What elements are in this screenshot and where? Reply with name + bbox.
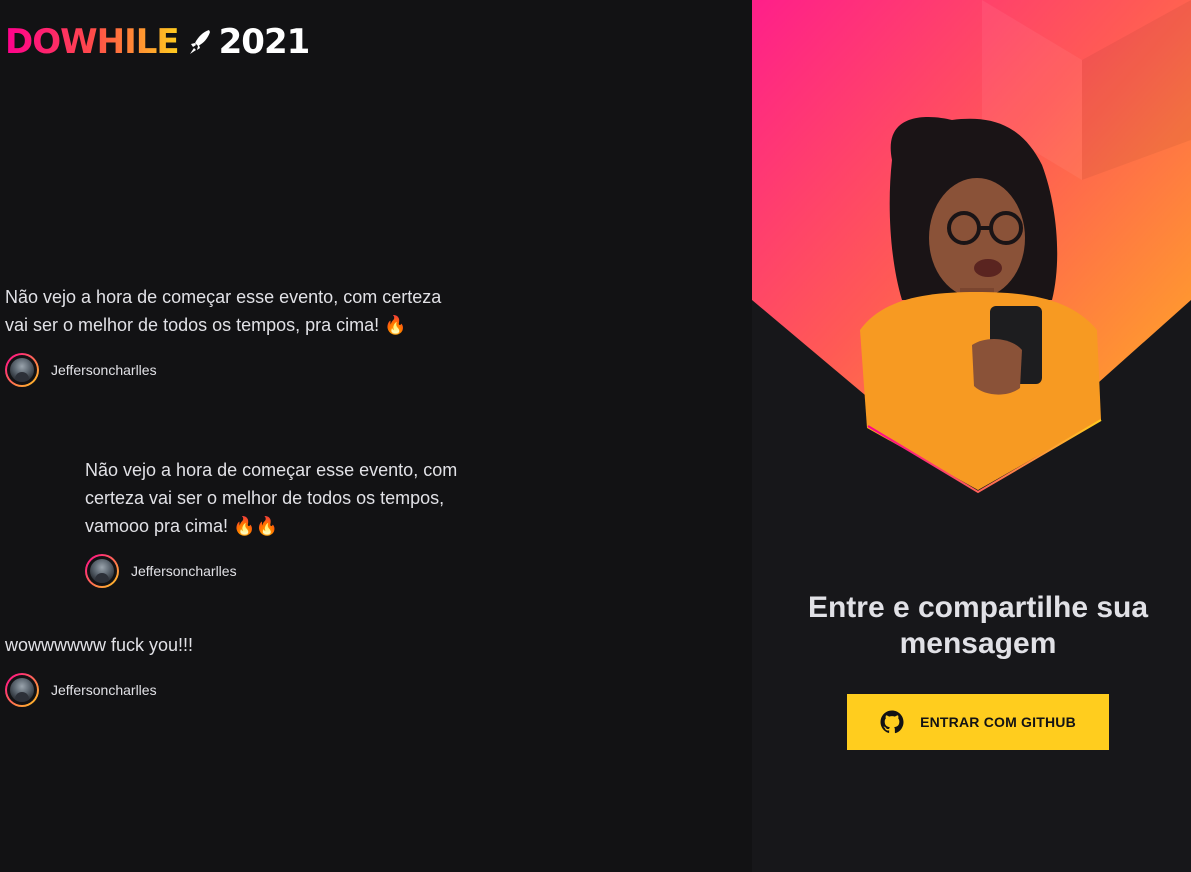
username: Jeffersoncharlles xyxy=(51,682,157,698)
avatar xyxy=(5,353,39,387)
message-text: Não vejo a hora de começar esse evento, … xyxy=(5,287,442,335)
avatar-image xyxy=(10,358,34,382)
dowhile-logo: DOWHILE 2021 xyxy=(5,22,335,62)
logo-brand: DOWHILE xyxy=(5,22,180,62)
login-panel: Entre e compartilhe sua mensagem ENTRAR … xyxy=(752,0,1191,872)
message-text: Não vejo a hora de começar esse evento, … xyxy=(85,460,458,536)
message-user: Jeffersoncharlles xyxy=(5,353,465,387)
message-text: wowwwwww fuck you!!! xyxy=(5,635,194,655)
avatar-image xyxy=(10,678,34,702)
banner-image xyxy=(752,0,1191,494)
signin-title: Entre e compartilhe sua mensagem xyxy=(807,591,1149,660)
message-list-panel: DOWHILE 2021 Não vejo a hora de começar … xyxy=(0,0,752,872)
message-item: Não vejo a hora de começar esse evento, … xyxy=(85,456,505,588)
avatar xyxy=(85,554,119,588)
message-item: Não vejo a hora de começar esse evento, … xyxy=(5,283,465,387)
github-button-label: ENTRAR COM GITHUB xyxy=(920,714,1076,730)
message-user: Jeffersoncharlles xyxy=(85,554,505,588)
logo-year: 2021 xyxy=(218,22,311,62)
username: Jeffersoncharlles xyxy=(51,362,157,378)
message-user: Jeffersoncharlles xyxy=(5,673,465,707)
avatar xyxy=(5,673,39,707)
avatar-image xyxy=(90,559,114,583)
rocket-icon xyxy=(189,30,210,54)
github-icon xyxy=(880,710,904,734)
message-item: wowwwwww fuck you!!! Jeffersoncharlles xyxy=(5,631,465,707)
username: Jeffersoncharlles xyxy=(131,563,237,579)
signin-github-button[interactable]: ENTRAR COM GITHUB xyxy=(847,694,1109,750)
